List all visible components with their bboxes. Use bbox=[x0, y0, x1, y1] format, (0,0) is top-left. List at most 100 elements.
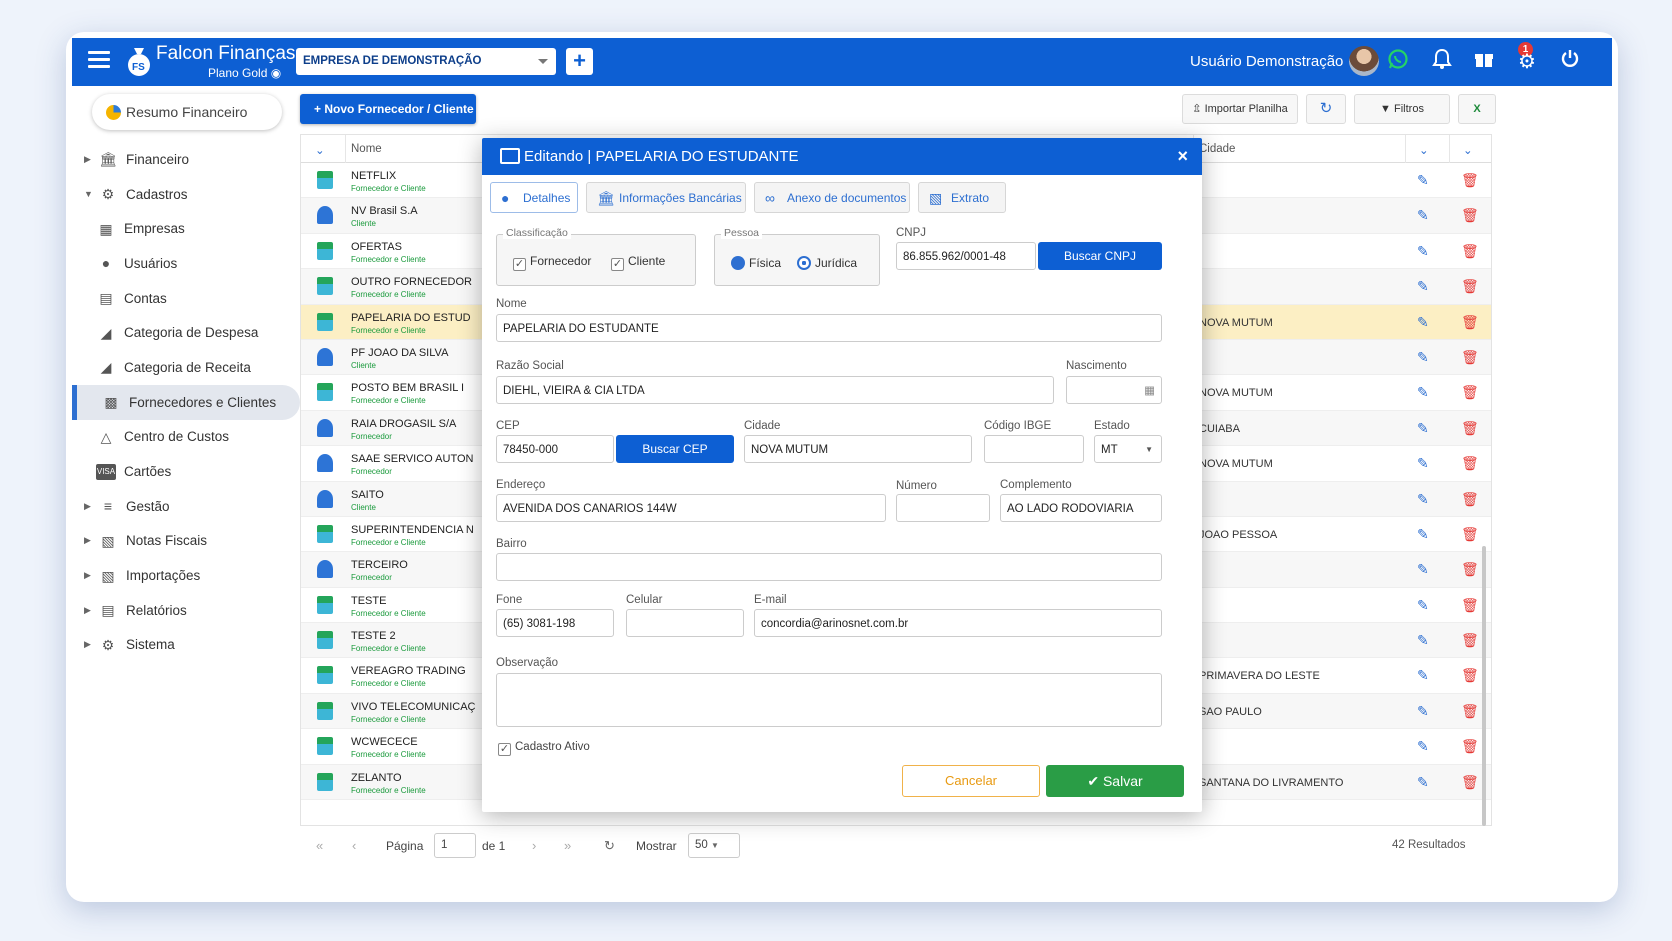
edit-icon[interactable]: ✎ bbox=[1417, 314, 1433, 330]
buscar-cep-button[interactable]: Buscar CEP bbox=[616, 435, 734, 463]
trash-icon[interactable]: 🗑 bbox=[1461, 349, 1479, 365]
col-nome[interactable]: Nome bbox=[351, 143, 382, 155]
first-page-icon[interactable]: « bbox=[316, 838, 323, 853]
edit-icon[interactable]: ✎ bbox=[1417, 667, 1433, 683]
edit-icon[interactable]: ✎ bbox=[1417, 172, 1433, 188]
trash-icon[interactable]: 🗑 bbox=[1461, 774, 1479, 790]
close-icon[interactable]: × bbox=[1177, 146, 1188, 167]
trash-icon[interactable]: 🗑 bbox=[1461, 207, 1479, 223]
tab-anexo-documentos[interactable]: ∞ Anexo de documentos bbox=[754, 182, 910, 213]
next-page-icon[interactable]: › bbox=[532, 838, 536, 853]
edit-icon[interactable]: ✎ bbox=[1417, 455, 1433, 471]
edit-icon[interactable]: ✎ bbox=[1417, 243, 1433, 259]
page-input[interactable]: 1 bbox=[434, 833, 476, 858]
tab-extrato[interactable]: ▧ Extrato bbox=[918, 182, 1006, 213]
tab-informacoes-bancarias[interactable]: 🏛 Informações Bancárias bbox=[586, 182, 746, 213]
company-select[interactable]: EMPRESA DE DEMONSTRAÇÃO bbox=[296, 48, 556, 75]
estado-select[interactable]: MT ▼ bbox=[1094, 435, 1162, 463]
endereco-input[interactable]: AVENIDA DOS CANARIOS 144W bbox=[496, 494, 886, 522]
edit-icon[interactable]: ✎ bbox=[1417, 703, 1433, 719]
trash-icon[interactable]: 🗑 bbox=[1461, 172, 1479, 188]
trash-icon[interactable]: 🗑 bbox=[1461, 243, 1479, 259]
edit-icon[interactable]: ✎ bbox=[1417, 561, 1433, 577]
trash-icon[interactable]: 🗑 bbox=[1461, 491, 1479, 507]
edit-icon[interactable]: ✎ bbox=[1417, 207, 1433, 223]
menu-icon[interactable] bbox=[88, 51, 110, 69]
trash-icon[interactable]: 🗑 bbox=[1461, 703, 1479, 719]
sidebar-item-financeiro[interactable]: ▶ 🏛 Financeiro bbox=[72, 142, 292, 177]
fornecedor-checkbox[interactable]: ✓ Fornecedor bbox=[513, 254, 591, 271]
edit-icon[interactable]: ✎ bbox=[1417, 420, 1433, 436]
power-icon[interactable] bbox=[1556, 48, 1584, 76]
edit-icon[interactable]: ✎ bbox=[1417, 384, 1433, 400]
save-button[interactable]: ✔ Salvar bbox=[1046, 765, 1184, 797]
trash-icon[interactable]: 🗑 bbox=[1461, 597, 1479, 613]
trash-icon[interactable]: 🗑 bbox=[1461, 738, 1479, 754]
celular-input[interactable] bbox=[626, 609, 744, 637]
avatar[interactable] bbox=[1349, 46, 1379, 76]
fone-input[interactable]: (65) 3081-198 bbox=[496, 609, 614, 637]
cadastro-ativo-checkbox[interactable]: ✓ Cadastro Ativo bbox=[498, 741, 590, 756]
chevron-down-icon[interactable]: ⌄ bbox=[1463, 143, 1473, 157]
col-cidade[interactable]: Cidade bbox=[1199, 143, 1235, 155]
sidebar-item-relatorios[interactable]: ▶ ▤ Relatórios bbox=[72, 593, 292, 628]
cidade-input[interactable]: NOVA MUTUM bbox=[744, 435, 972, 463]
complemento-input[interactable]: AO LADO RODOVIARIA bbox=[1000, 494, 1162, 522]
tab-detalhes[interactable]: ● Detalhes bbox=[490, 182, 578, 213]
sidebar-item-cadastros[interactable]: ▼ ⚙ Cadastros bbox=[72, 177, 292, 212]
whatsapp-icon[interactable] bbox=[1384, 48, 1412, 76]
filtros-button[interactable]: ▼ Filtros bbox=[1354, 94, 1450, 124]
gear-icon[interactable]: ⚙ bbox=[1513, 48, 1541, 76]
sidebar-item-empresas[interactable]: ▦ Empresas bbox=[72, 211, 292, 246]
sidebar-item-usuarios[interactable]: ● Usuários bbox=[72, 246, 292, 281]
nascimento-input[interactable]: ▦ bbox=[1066, 376, 1162, 404]
cep-input[interactable]: 78450-000 bbox=[496, 435, 614, 463]
chevron-down-icon[interactable]: ⌄ bbox=[315, 143, 325, 157]
per-page-select[interactable]: 50 ▼ bbox=[688, 833, 740, 858]
trash-icon[interactable]: 🗑 bbox=[1461, 384, 1479, 400]
trash-icon[interactable]: 🗑 bbox=[1461, 278, 1479, 294]
calendar-icon[interactable]: ▦ bbox=[1144, 383, 1155, 397]
buscar-cnpj-button[interactable]: Buscar CNPJ bbox=[1038, 242, 1162, 270]
user-name[interactable]: Usuário Demonstração bbox=[1190, 53, 1343, 70]
sidebar-item-centro-custos[interactable]: △ Centro de Custos bbox=[72, 420, 292, 455]
sidebar-item-contas[interactable]: ▤ Contas bbox=[72, 281, 292, 316]
resumo-financeiro-button[interactable]: Resumo Financeiro bbox=[92, 94, 282, 130]
refresh-button[interactable]: ↻ bbox=[1306, 94, 1346, 124]
trash-icon[interactable]: 🗑 bbox=[1461, 455, 1479, 471]
edit-icon[interactable]: ✎ bbox=[1417, 632, 1433, 648]
sidebar-item-cartoes[interactable]: VISA Cartões bbox=[72, 454, 292, 489]
edit-icon[interactable]: ✎ bbox=[1417, 491, 1433, 507]
sidebar-item-fornecedores-clientes[interactable]: ▩ Fornecedores e Clientes bbox=[72, 384, 300, 420]
juridica-radio[interactable]: Jurídica bbox=[797, 256, 857, 270]
razao-social-input[interactable]: DIEHL, VIEIRA & CIA LTDA bbox=[496, 376, 1054, 404]
email-input[interactable]: concordia@arinosnet.com.br bbox=[754, 609, 1162, 637]
gift-icon[interactable] bbox=[1470, 48, 1498, 76]
sidebar-item-categoria-receita[interactable]: ◢ Categoria de Receita bbox=[72, 350, 292, 385]
trash-icon[interactable]: 🗑 bbox=[1461, 314, 1479, 330]
reload-icon[interactable]: ↻ bbox=[604, 838, 615, 854]
edit-icon[interactable]: ✎ bbox=[1417, 738, 1433, 754]
fisica-radio[interactable]: Física bbox=[731, 256, 781, 270]
sidebar-item-gestao[interactable]: ▶ ≡ Gestão bbox=[72, 489, 292, 524]
novo-fornecedor-button[interactable]: + Novo Fornecedor / Cliente bbox=[300, 94, 476, 124]
trash-icon[interactable]: 🗑 bbox=[1461, 667, 1479, 683]
codigo-ibge-input[interactable] bbox=[984, 435, 1084, 463]
numero-input[interactable] bbox=[896, 494, 990, 522]
nome-input[interactable]: PAPELARIA DO ESTUDANTE bbox=[496, 314, 1162, 342]
chevron-down-icon[interactable]: ⌄ bbox=[1419, 143, 1429, 157]
add-company-button[interactable]: + bbox=[566, 48, 593, 75]
prev-page-icon[interactable]: ‹ bbox=[352, 838, 356, 853]
edit-icon[interactable]: ✎ bbox=[1417, 278, 1433, 294]
edit-icon[interactable]: ✎ bbox=[1417, 349, 1433, 365]
bell-icon[interactable] bbox=[1428, 48, 1456, 76]
cnpj-input[interactable]: 86.855.962/0001-48 bbox=[896, 242, 1036, 270]
bairro-input[interactable] bbox=[496, 553, 1162, 581]
sidebar-item-sistema[interactable]: ▶ ⚙ Sistema bbox=[72, 628, 292, 663]
cancel-button[interactable]: Cancelar bbox=[902, 765, 1040, 797]
edit-icon[interactable]: ✎ bbox=[1417, 774, 1433, 790]
observacao-textarea[interactable] bbox=[496, 673, 1162, 727]
cliente-checkbox[interactable]: ✓ Cliente bbox=[611, 254, 665, 271]
sidebar-item-importacoes[interactable]: ▶ ▧ Importações bbox=[72, 558, 292, 593]
trash-icon[interactable]: 🗑 bbox=[1461, 526, 1479, 542]
